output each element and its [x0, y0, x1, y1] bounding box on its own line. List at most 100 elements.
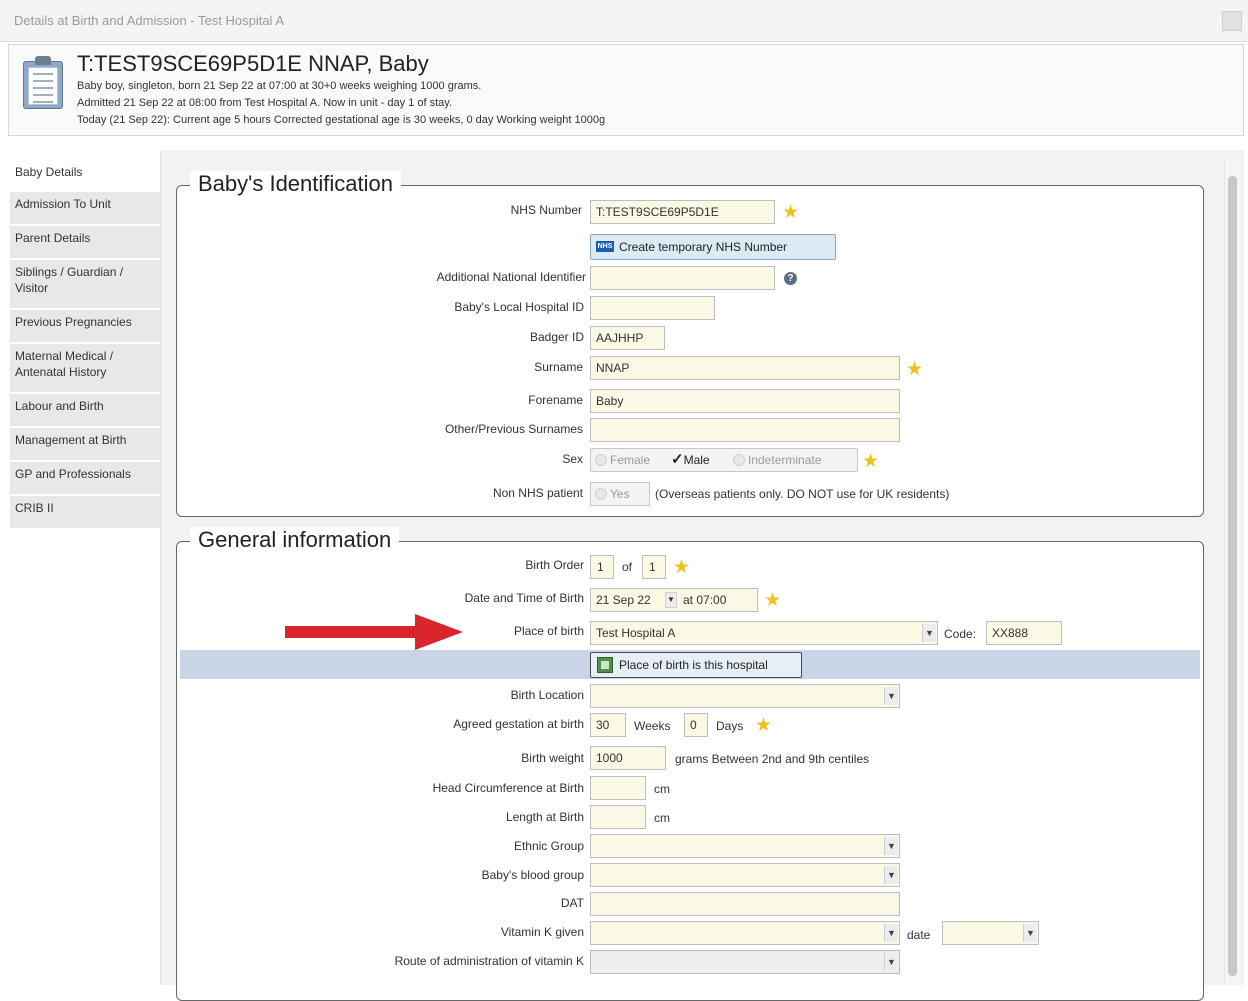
badger-id-field[interactable]: AAJHHP: [590, 326, 665, 350]
help-icon[interactable]: ?: [784, 272, 797, 285]
local-hospital-id-label: Baby's Local Hospital ID: [454, 300, 584, 314]
local-hospital-id-field[interactable]: [590, 296, 715, 320]
star-icon: ★: [862, 451, 880, 472]
code-field[interactable]: XX888: [986, 621, 1062, 645]
head-circumference-unit: cm: [654, 782, 670, 796]
place-of-birth-select[interactable]: Test Hospital A ▼: [590, 621, 938, 645]
dat-field[interactable]: [590, 892, 900, 916]
non-nhs-note: (Overseas patients only. DO NOT use for …: [655, 487, 950, 501]
birth-location-label: Birth Location: [510, 688, 584, 702]
additional-id-label: Additional National Identifier: [436, 270, 586, 284]
clipboard-icon: [21, 55, 67, 109]
dat-label: DAT: [560, 896, 584, 910]
radio-icon: [595, 454, 607, 466]
vitamin-k-date-label: date: [907, 928, 931, 942]
vitamin-k-date-select[interactable]: ▼: [942, 921, 1039, 945]
blood-group-select[interactable]: ▼: [590, 863, 900, 887]
vitamin-k-route-select[interactable]: ▼: [590, 950, 900, 974]
sidebar-item-crib-ii[interactable]: CRIB II: [10, 496, 160, 530]
window-title: Details at Birth and Admission - Test Ho…: [14, 13, 284, 28]
ethnic-group-select[interactable]: ▼: [590, 834, 900, 858]
dropdown-arrow-icon: ▼: [884, 924, 898, 942]
radio-icon: [595, 488, 607, 500]
weeks-label: Weeks: [634, 719, 671, 733]
vitamin-k-route-label: Route of administration of vitamin K: [394, 954, 584, 968]
patient-name: T:TEST9SCE69P5D1E NNAP, Baby: [77, 51, 429, 76]
vertical-scrollbar[interactable]: [1224, 158, 1240, 985]
birth-order-field[interactable]: 1: [590, 555, 614, 579]
patient-header: T:TEST9SCE69P5D1E NNAP, Baby Baby boy, s…: [8, 44, 1244, 136]
sex-option-male[interactable]: ✓Male: [671, 449, 710, 471]
identification-title: Baby's Identification: [190, 171, 401, 197]
vitamin-k-select[interactable]: ▼: [590, 921, 900, 945]
dropdown-arrow-icon: ▼: [922, 624, 936, 642]
head-circumference-field[interactable]: [590, 776, 646, 800]
birth-weight-field[interactable]: 1000: [590, 746, 666, 770]
red-arrow-icon: [285, 614, 463, 650]
sidebar-item-baby-details[interactable]: Baby Details: [10, 160, 160, 192]
create-temporary-nhs-number-button[interactable]: NHS Create temporary NHS Number: [590, 234, 836, 260]
surname-field[interactable]: NNAP: [590, 356, 900, 380]
gestation-days-field[interactable]: 0: [684, 713, 708, 737]
create-temporary-nhs-number-label: Create temporary NHS Number: [619, 240, 788, 254]
vitamin-k-label: Vitamin K given: [500, 925, 584, 939]
window-control-button[interactable]: [1222, 11, 1242, 31]
sidebar-item-previous-pregnancies[interactable]: Previous Pregnancies: [10, 310, 160, 344]
additional-id-field[interactable]: [590, 266, 775, 290]
dropdown-arrow-icon: ▼: [884, 866, 898, 884]
window-titlebar: Details at Birth and Admission - Test Ho…: [0, 0, 1248, 42]
sidebar-item-management-at-birth[interactable]: Management at Birth: [10, 428, 160, 462]
star-icon: ★: [755, 715, 773, 736]
star-icon: ★: [764, 590, 782, 611]
birth-location-select[interactable]: ▼: [590, 684, 900, 708]
length-at-birth-unit: cm: [654, 811, 670, 825]
birth-order-total-field[interactable]: 1: [642, 555, 666, 579]
date-of-birth-value: 21 Sep 22: [596, 593, 651, 607]
birth-weight-note: grams Between 2nd and 9th centiles: [675, 752, 870, 766]
star-icon: ★: [906, 359, 924, 380]
dropdown-arrow-icon: ▼: [1023, 924, 1037, 942]
sex-option-indeterminate[interactable]: Indeterminate: [733, 449, 821, 471]
general-information-title: General information: [190, 527, 400, 553]
place-of-birth-label: Place of birth: [513, 624, 584, 638]
patient-summary-line-1: Baby boy, singleton, born 21 Sep 22 at 0…: [77, 80, 482, 92]
hospital-icon: [597, 657, 613, 673]
checkmark-icon: ✓: [671, 451, 684, 468]
code-label: Code:: [944, 627, 977, 641]
date-time-of-birth-field[interactable]: 21 Sep 22 ▼ at 07:00: [590, 588, 758, 612]
birth-order-of-label: of: [622, 560, 633, 574]
place-of-birth-button-label: Place of birth is this hospital: [619, 658, 768, 672]
sex-selector: Female ✓Male Indeterminate: [590, 448, 858, 472]
date-dropdown-arrow-icon[interactable]: ▼: [665, 592, 677, 608]
other-surnames-label: Other/Previous Surnames: [444, 422, 583, 436]
sidebar-item-maternal-medical[interactable]: Maternal Medical / Antenatal History: [10, 344, 160, 394]
badger-id-label: Badger ID: [529, 330, 584, 344]
sidebar-item-gp-and-professionals[interactable]: GP and Professionals: [10, 462, 160, 496]
sidebar-item-labour-and-birth[interactable]: Labour and Birth: [10, 394, 160, 428]
star-icon: ★: [782, 202, 800, 223]
sex-option-female[interactable]: Female: [595, 449, 650, 471]
head-circumference-label: Head Circumference at Birth: [432, 781, 584, 795]
nhs-number-field[interactable]: T:TEST9SCE69P5D1E: [590, 200, 775, 224]
non-nhs-yes-toggle[interactable]: Yes: [590, 482, 650, 506]
gestation-weeks-field[interactable]: 30: [590, 713, 626, 737]
sidebar-item-siblings-guardian-visitor[interactable]: Siblings / Guardian / Visitor: [10, 260, 160, 310]
scrollbar-thumb[interactable]: [1228, 176, 1237, 976]
time-of-birth-value[interactable]: at 07:00: [683, 589, 726, 611]
other-surnames-field[interactable]: [590, 418, 900, 442]
sidebar-item-parent-details[interactable]: Parent Details: [10, 226, 160, 260]
birth-order-label: Birth Order: [525, 558, 584, 572]
length-at-birth-field[interactable]: [590, 805, 646, 829]
nhs-number-label: NHS Number: [510, 203, 582, 217]
date-time-of-birth-label: Date and Time of Birth: [464, 591, 584, 605]
radio-icon: [733, 454, 745, 466]
forename-label: Forename: [528, 393, 583, 407]
patient-summary-line-2: Admitted 21 Sep 22 at 08:00 from Test Ho…: [77, 97, 453, 109]
patient-summary-line-3: Today (21 Sep 22): Current age 5 hours C…: [77, 114, 606, 126]
nhs-logo-icon: NHS: [596, 241, 614, 252]
blood-group-label: Baby's blood group: [481, 868, 584, 882]
place-of-birth-is-this-hospital-button[interactable]: Place of birth is this hospital: [590, 652, 802, 678]
place-of-birth-value: Test Hospital A: [596, 626, 676, 640]
forename-field[interactable]: Baby: [590, 389, 900, 413]
sidebar-item-admission-to-unit[interactable]: Admission To Unit: [10, 192, 160, 226]
